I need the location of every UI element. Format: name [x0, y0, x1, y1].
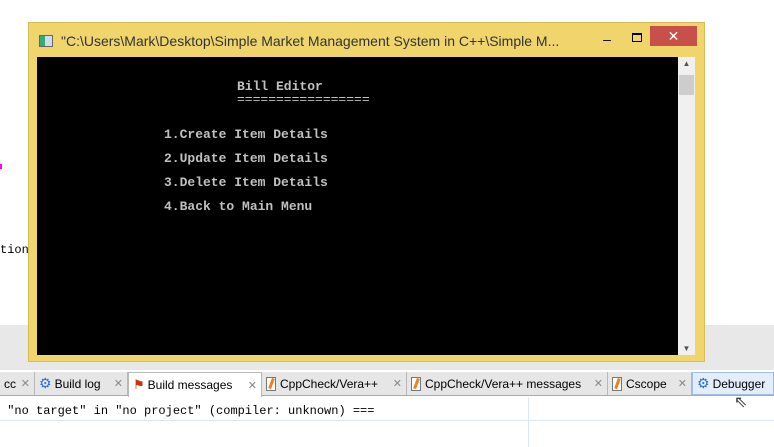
maximize-button[interactable] [627, 31, 647, 47]
divider [528, 397, 529, 447]
window-title: "C:\Users\Mark\Desktop\Simple Market Man… [61, 33, 560, 49]
close-icon[interactable]: ✕ [590, 377, 603, 390]
tab-build-messages[interactable]: ⚑ Build messages ✕ [128, 372, 262, 397]
tab-cc[interactable]: cc ✕ [0, 372, 35, 395]
console-app-icon [39, 35, 53, 47]
console-underline: ================= [237, 92, 370, 107]
tab-label: Build messages [147, 378, 233, 392]
tab-build-log[interactable]: ⚙ Build log ✕ [35, 372, 128, 395]
flag-icon: ⚑ [133, 377, 145, 392]
tab-label: Build log [54, 376, 101, 391]
menu-option: 1.Create Item Details [164, 127, 328, 142]
close-icon[interactable]: ✕ [244, 379, 257, 392]
maximize-icon [632, 33, 642, 42]
scroll-down-icon[interactable]: ▼ [678, 344, 695, 353]
pencil-icon [612, 376, 622, 391]
console-output[interactable]: Bill Editor ================= 1.Create I… [37, 57, 678, 355]
console-scrollbar[interactable]: ▲ ▼ [678, 57, 695, 355]
console-window[interactable]: "C:\Users\Mark\Desktop\Simple Market Man… [28, 22, 705, 362]
close-button[interactable]: ✕ [650, 26, 697, 46]
output-line: "no target" in "no project" (compiler: u… [0, 404, 375, 418]
tab-cppcheck-messages[interactable]: CppCheck/Vera++ messages ✕ [407, 372, 608, 395]
tab-label: Debugger [712, 376, 766, 391]
tab-label: CppCheck/Vera++ messages [425, 376, 582, 391]
close-icon[interactable]: ✕ [17, 377, 30, 390]
tab-label: CppCheck/Vera++ [280, 376, 379, 391]
tab-cscope[interactable]: Cscope ✕ [608, 372, 692, 395]
logs-tab-bar: cc ✕ ⚙ Build log ✕ ⚑ Build messages ✕ CppChec… [0, 372, 774, 397]
close-icon[interactable]: ✕ [110, 377, 123, 390]
minimize-button[interactable]: ‒ [597, 31, 617, 47]
close-icon[interactable]: ✕ [674, 377, 687, 390]
build-messages-panel: "no target" in "no project" (compiler: u… [0, 397, 774, 447]
menu-option: 4.Back to Main Menu [164, 199, 313, 214]
divider [0, 420, 774, 421]
tab-cppcheck[interactable]: CppCheck/Vera++ ✕ [262, 372, 407, 395]
menu-option: 2.Update Item Details [164, 151, 328, 166]
mouse-cursor-icon: ⇖ [734, 394, 748, 411]
tab-label: Cscope [626, 376, 667, 391]
gear-icon: ⚙ [697, 375, 710, 391]
gear-icon: ⚙ [39, 375, 52, 391]
scroll-up-icon[interactable]: ▲ [678, 59, 695, 68]
tab-debugger[interactable]: ⚙ Debugger [692, 372, 774, 395]
tab-label: cc [4, 376, 16, 391]
scroll-thumb[interactable] [679, 75, 694, 95]
editor-text: tion [0, 243, 29, 257]
pencil-icon [266, 376, 276, 391]
close-icon[interactable]: ✕ [389, 377, 402, 390]
change-marker [0, 164, 2, 169]
menu-option: 3.Delete Item Details [164, 175, 328, 190]
pencil-icon [411, 376, 421, 391]
